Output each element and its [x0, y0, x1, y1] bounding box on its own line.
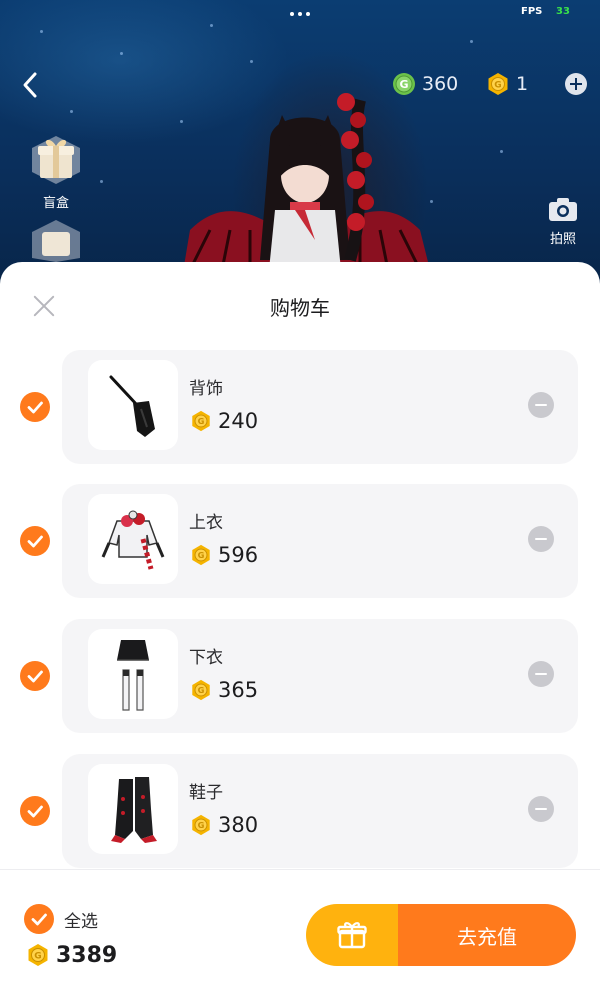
remove-item-button[interactable]	[528, 661, 554, 687]
top-clothing-icon	[88, 494, 178, 584]
page-title: 购物车	[270, 296, 330, 320]
fps-label: FPS	[521, 6, 543, 17]
bottom-clothing-icon	[88, 629, 178, 719]
svg-text:G: G	[198, 685, 205, 695]
sparkle	[500, 150, 503, 153]
cart-item-card[interactable]: 下衣 G 365	[62, 619, 578, 733]
select-all-label: 全选	[64, 911, 98, 932]
item-name: 背饰	[189, 379, 223, 399]
checkout-action-group: 去充值	[306, 904, 576, 966]
checkmark-icon	[31, 913, 47, 926]
game-scene-background: FPS 33 G 360 G 1 盲盒 拍照	[0, 0, 600, 300]
item-price: G 365	[190, 678, 258, 702]
item-name: 鞋子	[189, 783, 223, 803]
remove-item-button[interactable]	[528, 526, 554, 552]
cart-item-card[interactable]: 上衣 G 596	[62, 484, 578, 598]
recharge-button[interactable]: 去充值	[398, 904, 576, 966]
total-price: G 3389	[26, 942, 117, 968]
back-accessory-icon	[88, 360, 178, 450]
photo-label: 拍照	[549, 232, 576, 247]
sparkle	[40, 30, 43, 33]
shoes-icon	[88, 764, 178, 854]
sparkle	[100, 180, 103, 183]
gift-box-icon	[32, 136, 80, 184]
total-price-value: 3389	[56, 942, 118, 968]
select-all-toggle[interactable]: 全选	[24, 904, 98, 934]
cart-item: 鞋子 G 380	[0, 754, 600, 868]
item-checkbox[interactable]	[20, 661, 50, 691]
svg-text:G: G	[198, 550, 205, 560]
item-checkbox[interactable]	[20, 526, 50, 556]
more-options-icon[interactable]	[290, 12, 310, 16]
gold-coin-icon: G	[192, 410, 210, 432]
item-name: 上衣	[189, 513, 223, 533]
item-price-value: 380	[218, 813, 259, 837]
sparkle	[470, 40, 473, 43]
gold-coin-icon: G	[192, 679, 210, 701]
gold-coin-balance: G 1	[486, 70, 528, 98]
gold-coin-icon: G	[192, 544, 210, 566]
sparkle	[250, 60, 253, 63]
checkmark-icon	[27, 805, 43, 818]
sparkle	[70, 110, 73, 113]
item-price: G 596	[190, 543, 258, 567]
sparkle	[120, 52, 123, 55]
item-name: 下衣	[189, 648, 223, 668]
remove-item-button[interactable]	[528, 392, 554, 418]
svg-text:G: G	[34, 952, 41, 962]
remove-item-button[interactable]	[528, 796, 554, 822]
gift-icon	[337, 922, 367, 949]
gold-coin-icon: G	[192, 814, 210, 836]
photo-button[interactable]: 拍照	[540, 196, 586, 247]
secondary-item-icon[interactable]	[26, 218, 86, 266]
gold-coin-icon: G	[488, 73, 508, 95]
fps-value: 33	[556, 6, 570, 17]
item-price: G 380	[190, 813, 258, 837]
camera-icon	[549, 198, 577, 221]
cart-item: 上衣 G 596	[0, 484, 600, 598]
select-all-checkbox[interactable]	[24, 904, 54, 934]
checkmark-icon	[27, 535, 43, 548]
checkmark-icon	[27, 401, 43, 414]
item-checkbox[interactable]	[20, 392, 50, 422]
sparkle	[210, 24, 213, 27]
item-checkbox[interactable]	[20, 796, 50, 826]
item-price-value: 596	[218, 543, 259, 567]
svg-text:G: G	[494, 81, 501, 91]
add-currency-button[interactable]	[565, 73, 587, 95]
gold-coin-count: 1	[516, 73, 529, 95]
cart-item: 背饰 G 240	[0, 350, 600, 464]
gift-button[interactable]	[306, 904, 398, 966]
svg-text:G: G	[198, 820, 205, 830]
back-arrow-icon[interactable]	[14, 68, 48, 102]
cart-item-card[interactable]: 鞋子 G 380	[62, 754, 578, 868]
blind-box-label: 盲盒	[42, 196, 69, 211]
checkout-bar: 全选 G 3389 去充值	[0, 869, 600, 1000]
checkmark-icon	[27, 670, 43, 683]
cart-item-card[interactable]: 背饰 G 240	[62, 350, 578, 464]
item-price-value: 365	[218, 678, 259, 702]
gold-coin-icon: G	[28, 944, 48, 966]
item-price-value: 240	[218, 409, 259, 433]
item-price: G 240	[190, 409, 258, 433]
blind-box-button[interactable]: 盲盒	[24, 132, 88, 211]
cart-item: 下衣 G 365	[0, 619, 600, 733]
svg-text:G: G	[198, 416, 205, 426]
